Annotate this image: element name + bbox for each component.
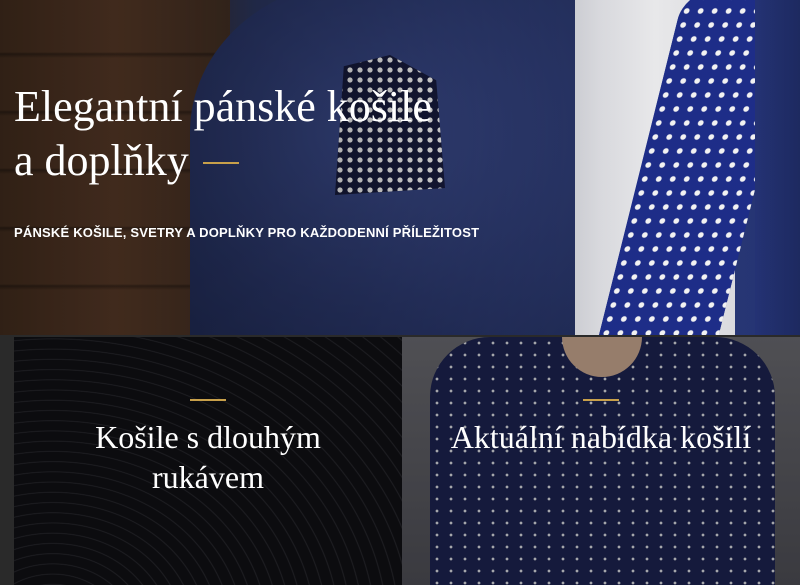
hero-title-line2: a doplňky	[14, 136, 189, 185]
hero-subtitle: PÁNSKÉ KOŠILE, SVETRY A DOPLŇKY PRO KAŽD…	[14, 225, 480, 240]
tile-title: Aktuální nabídka košilí	[450, 419, 752, 455]
hero-title-accent-dash	[202, 161, 239, 164]
hero-title-line1: Elegantní pánské košile	[14, 82, 432, 131]
hero-title: Elegantní pánské košile a doplňky	[14, 80, 574, 188]
tile-long-sleeve-shirts[interactable]: Košile s dlouhým rukávem	[14, 337, 402, 585]
tile-current-offer[interactable]: Aktuální nabídka košilí	[402, 337, 800, 585]
tile-title: Košile s dlouhým rukávem	[95, 419, 321, 495]
hero-banner: Elegantní pánské košile a doplňky PÁNSKÉ…	[0, 0, 800, 335]
tile-accent-dash	[190, 399, 226, 401]
tile-accent-dash	[583, 399, 619, 401]
tile-overlay	[402, 337, 800, 585]
